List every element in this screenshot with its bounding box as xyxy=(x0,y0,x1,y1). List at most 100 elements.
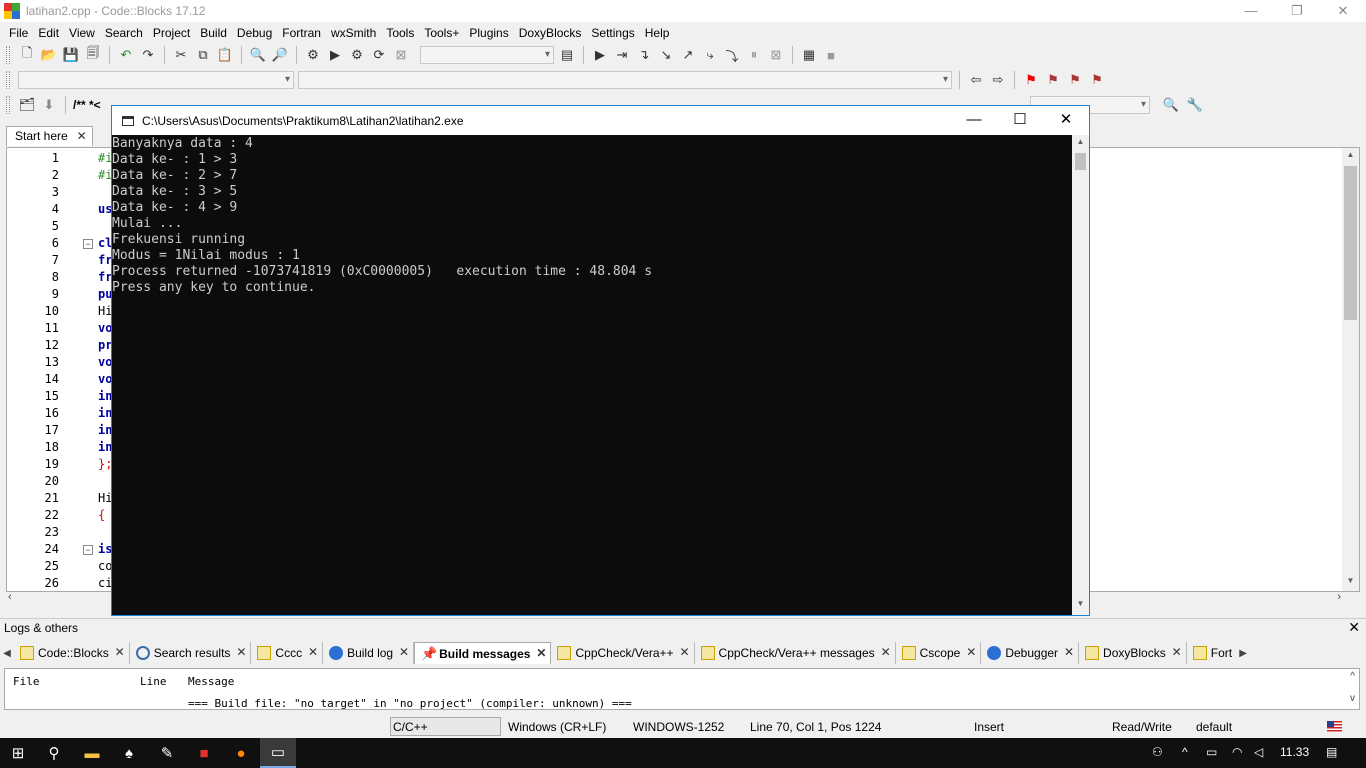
firefox-icon[interactable]: ● xyxy=(223,738,259,768)
tabs-scroll-right-icon[interactable]: ▶ xyxy=(1236,648,1250,659)
line-number[interactable]: 21 xyxy=(7,491,59,505)
minimize-button[interactable]: — xyxy=(1228,0,1274,22)
menu-wxsmith[interactable]: wxSmith xyxy=(326,26,381,40)
line-number[interactable]: 17 xyxy=(7,423,59,437)
code-line[interactable]: in xyxy=(98,389,112,403)
step-into-icon[interactable]: ↘ xyxy=(657,46,675,64)
log-tab-close-icon[interactable]: ✕ xyxy=(115,645,125,659)
console-close-button[interactable]: ✕ xyxy=(1043,106,1089,135)
app-icon[interactable]: ✎ xyxy=(149,738,185,768)
next-bookmark-icon[interactable]: ⚑ xyxy=(1066,71,1084,89)
fold-toggle-icon[interactable]: − xyxy=(83,239,93,249)
codeblocks-taskbar-icon[interactable]: ■ xyxy=(186,738,222,768)
log-tab-fortran[interactable]: Fort xyxy=(1187,642,1236,664)
menu-settings[interactable]: Settings xyxy=(586,26,639,40)
menu-fortran[interactable]: Fortran xyxy=(277,26,326,40)
function-select[interactable] xyxy=(298,71,952,89)
menu-help[interactable]: Help xyxy=(640,26,675,40)
code-line[interactable]: pu xyxy=(98,287,112,301)
log-tab-close-icon[interactable]: ✕ xyxy=(966,645,976,659)
list-item[interactable]: === Build file: "no target" in "no proje… xyxy=(188,697,632,710)
log-tab-close-icon[interactable]: ✕ xyxy=(1064,645,1074,659)
console-vertical-scrollbar[interactable]: ▲ ▼ xyxy=(1072,135,1089,615)
search-icon[interactable]: ⚲ xyxy=(36,738,72,768)
run-icon[interactable]: ▶ xyxy=(326,46,344,64)
copy-icon[interactable]: ⧉ xyxy=(194,46,212,64)
code-line[interactable]: in xyxy=(98,406,112,420)
code-line[interactable]: { xyxy=(98,508,105,522)
log-tab-cccc[interactable]: Cccc ✕ xyxy=(251,642,324,664)
toolbar-grip[interactable] xyxy=(6,96,10,114)
code-line[interactable]: Hi xyxy=(98,491,112,505)
menu-tools[interactable]: Tools xyxy=(381,26,419,40)
redo-icon[interactable]: ↷ xyxy=(139,46,157,64)
toolbar-grip[interactable] xyxy=(6,71,10,89)
extract-docs-icon[interactable]: ⬇ xyxy=(40,96,58,114)
menu-view[interactable]: View xyxy=(64,26,100,40)
stop-debug-icon[interactable]: ⊠ xyxy=(767,46,785,64)
file-explorer-icon[interactable]: ▬ xyxy=(74,738,110,768)
line-number[interactable]: 16 xyxy=(7,406,59,420)
incremental-search-icon[interactable]: 🔍 xyxy=(1162,96,1180,114)
show-hidden-icons[interactable]: ^ xyxy=(1182,745,1188,759)
restore-button[interactable]: ❐ xyxy=(1274,0,1320,22)
solitaire-icon[interactable]: ♠ xyxy=(111,738,147,768)
console-scroll-thumb[interactable] xyxy=(1075,153,1086,170)
code-line[interactable]: }; xyxy=(98,457,112,471)
line-number[interactable]: 19 xyxy=(7,457,59,471)
log-tab-cscope[interactable]: Cscope ✕ xyxy=(896,642,982,664)
pause-icon[interactable]: ⏸ xyxy=(745,46,763,64)
line-number[interactable]: 11 xyxy=(7,321,59,335)
new-file-icon[interactable]: 🗋 xyxy=(18,45,36,64)
log-tab-build-log[interactable]: Build log ✕ xyxy=(323,642,415,664)
line-number[interactable]: 20 xyxy=(7,474,59,488)
console-maximize-button[interactable]: ☐ xyxy=(997,106,1043,135)
volume-icon[interactable]: ◁ xyxy=(1254,745,1263,759)
line-number[interactable]: 1 xyxy=(7,151,59,165)
code-line[interactable]: in xyxy=(98,423,112,437)
code-line[interactable]: us xyxy=(98,202,112,216)
code-line[interactable]: Hi xyxy=(98,304,112,318)
build-and-run-icon[interactable]: ⚙ xyxy=(348,46,366,64)
menu-file[interactable]: File xyxy=(4,26,33,40)
windows-start-icon[interactable]: ⊞ xyxy=(0,738,36,768)
menu-build[interactable]: Build xyxy=(195,26,232,40)
log-tab-close-icon[interactable]: ✕ xyxy=(881,645,891,659)
log-tab-search-results[interactable]: Search results ✕ xyxy=(130,642,252,664)
menu-search[interactable]: Search xyxy=(100,26,148,40)
editor-vertical-scrollbar[interactable]: ▲ ▼ xyxy=(1342,148,1359,591)
line-number[interactable]: 22 xyxy=(7,508,59,522)
step-out-icon[interactable]: ↗ xyxy=(679,46,697,64)
menu-project[interactable]: Project xyxy=(148,26,195,40)
menu-debug[interactable]: Debug xyxy=(232,26,277,40)
menu-edit[interactable]: Edit xyxy=(33,26,64,40)
log-tab-codeblocks[interactable]: Code::Blocks ✕ xyxy=(14,642,130,664)
scope-select[interactable] xyxy=(18,71,294,89)
code-line[interactable]: vo xyxy=(98,355,112,369)
log-tab-close-icon[interactable]: ✕ xyxy=(236,645,246,659)
line-number[interactable]: 8 xyxy=(7,270,59,284)
code-line[interactable]: is xyxy=(98,542,112,556)
log-tab-debugger[interactable]: Debugger ✕ xyxy=(981,642,1080,664)
code-line[interactable]: ci xyxy=(98,576,112,590)
code-line[interactable]: pr xyxy=(98,338,112,352)
block-comment-button[interactable]: /** *< xyxy=(73,98,101,112)
line-number[interactable]: 24 xyxy=(7,542,59,556)
line-number[interactable]: 18 xyxy=(7,440,59,454)
code-line[interactable]: fr xyxy=(98,270,112,284)
column-header-line[interactable]: Line xyxy=(140,675,167,688)
line-number[interactable]: 14 xyxy=(7,372,59,386)
list-scroll-down-icon[interactable]: v xyxy=(1350,693,1355,704)
code-line[interactable]: vo xyxy=(98,321,112,335)
console-minimize-button[interactable]: — xyxy=(951,106,997,135)
column-header-message[interactable]: Message xyxy=(188,675,234,688)
scroll-up-icon[interactable]: ▲ xyxy=(1342,150,1359,159)
jump-back-icon[interactable]: ⇦ xyxy=(967,71,985,89)
paste-icon[interactable]: 📋 xyxy=(216,46,234,64)
clear-bookmarks-icon[interactable]: ⚑ xyxy=(1088,71,1106,89)
undo-icon[interactable]: ↶ xyxy=(117,46,135,64)
console-title-bar[interactable]: C:\Users\Asus\Documents\Praktikum8\Latih… xyxy=(112,106,1089,135)
run-to-cursor-icon[interactable]: ⇥ xyxy=(613,46,631,64)
line-number[interactable]: 10 xyxy=(7,304,59,318)
find-icon[interactable]: 🔍 xyxy=(249,46,267,64)
